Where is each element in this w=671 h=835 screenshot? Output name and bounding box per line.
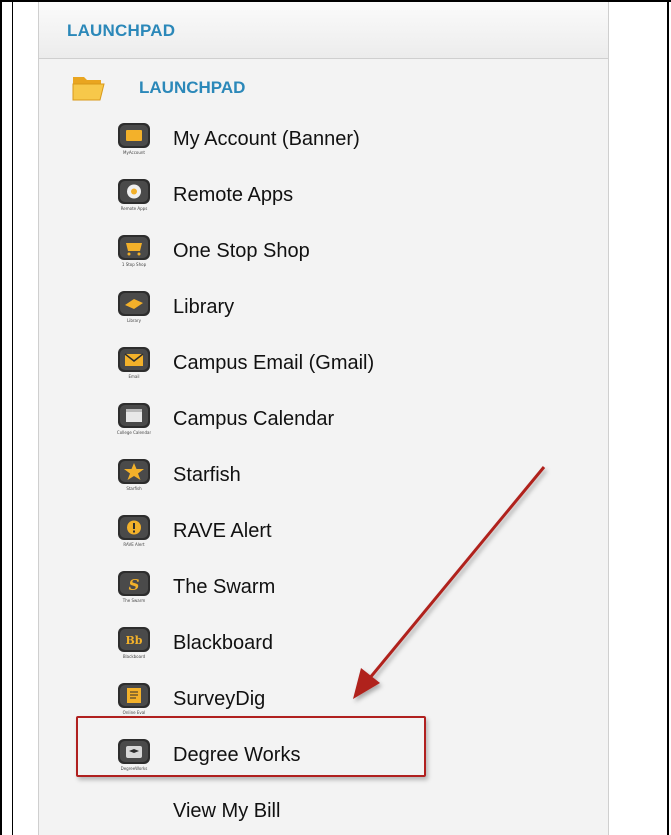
- svg-text:MyAccount: MyAccount: [123, 150, 145, 155]
- launchpad-item-label: Starfish: [173, 464, 241, 486]
- svg-text:The Swarm: The Swarm: [122, 598, 146, 603]
- panel-header[interactable]: LAUNCHPAD: [39, 2, 608, 59]
- blackboard-icon: Bb Blackboard: [117, 626, 151, 660]
- folder-open-icon: [72, 77, 105, 101]
- svg-text:1 Stop Shop: 1 Stop Shop: [122, 262, 147, 267]
- svg-text:S: S: [129, 576, 140, 594]
- launchpad-item-my-account-banner[interactable]: MyAccount My Account (Banner): [117, 119, 537, 159]
- svg-text:Bb: Bb: [126, 634, 143, 647]
- launchpad-item-label: Campus Email (Gmail): [173, 352, 375, 374]
- launchpad-item-view-my-bill[interactable]: View My Bill: [117, 791, 537, 831]
- launchpad-item-label: View My Bill: [173, 800, 281, 822]
- launchpad-item-surveydig[interactable]: Online Eval SurveyDig: [117, 679, 537, 719]
- svg-text:Online Eval: Online Eval: [123, 710, 146, 715]
- svg-text:Remote Apps: Remote Apps: [121, 206, 148, 211]
- svg-text:College Calendar: College Calendar: [117, 430, 151, 435]
- launchpad-item-label: Remote Apps: [173, 184, 294, 206]
- launchpad-item-label: Blackboard: [173, 632, 274, 654]
- launchpad-item-starfish[interactable]: Starfish Starfish: [117, 455, 537, 495]
- svg-text:Starfish: Starfish: [126, 486, 142, 491]
- launchpad-item-label: My Account (Banner): [173, 128, 360, 150]
- starfish-icon: Starfish: [117, 458, 151, 492]
- library-book-icon: Library: [117, 290, 151, 324]
- swarm-icon: S The Swarm: [117, 570, 151, 604]
- launchpad-item-campus-calendar[interactable]: College Calendar Campus Calendar: [117, 399, 537, 439]
- shopping-cart-icon: 1 Stop Shop: [117, 234, 151, 268]
- svg-text:Blackboard: Blackboard: [123, 654, 146, 659]
- launchpad-panel: LAUNCHPAD LAUNCHPAD MyAccount My Account …: [38, 2, 609, 835]
- email-envelope-icon: Email: [117, 346, 151, 380]
- launchpad-item-library[interactable]: Library Library: [117, 287, 537, 327]
- calendar-icon: College Calendar: [117, 402, 151, 436]
- launchpad-item-label: One Stop Shop: [173, 240, 310, 262]
- launchpad-folder[interactable]: LAUNCHPAD: [71, 72, 371, 104]
- launchpad-item-label: RAVE Alert: [173, 520, 272, 542]
- survey-icon: Online Eval: [117, 682, 151, 716]
- remote-apps-icon: Remote Apps: [117, 178, 151, 212]
- alert-icon: RAVE Alert: [117, 514, 151, 548]
- my-account-icon: MyAccount: [117, 122, 151, 156]
- launchpad-item-blackboard[interactable]: Bb Blackboard Blackboard: [117, 623, 537, 663]
- svg-text:RAVE Alert: RAVE Alert: [123, 542, 145, 547]
- svg-text:Email: Email: [128, 374, 139, 379]
- launchpad-item-remote-apps[interactable]: Remote Apps Remote Apps: [117, 175, 537, 215]
- launchpad-item-label: The Swarm: [173, 576, 276, 598]
- launchpad-item-the-swarm[interactable]: S The Swarm The Swarm: [117, 567, 537, 607]
- frame-inner-border: [12, 0, 13, 835]
- highlight-box: [76, 716, 426, 777]
- launchpad-item-label: Library: [173, 296, 235, 318]
- frame-right-border: [667, 0, 669, 835]
- launchpad-item-one-stop-shop[interactable]: 1 Stop Shop One Stop Shop: [117, 231, 537, 271]
- panel-header-title: LAUNCHPAD: [67, 21, 176, 40]
- svg-text:Library: Library: [127, 318, 142, 323]
- launchpad-item-rave-alert[interactable]: RAVE Alert RAVE Alert: [117, 511, 537, 551]
- launchpad-item-label: SurveyDig: [173, 688, 266, 710]
- launchpad-item-label: Campus Calendar: [173, 408, 335, 430]
- folder-label: LAUNCHPAD: [139, 78, 246, 97]
- launchpad-item-campus-email-gmail[interactable]: Email Campus Email (Gmail): [117, 343, 537, 383]
- frame-left-border: [0, 0, 2, 835]
